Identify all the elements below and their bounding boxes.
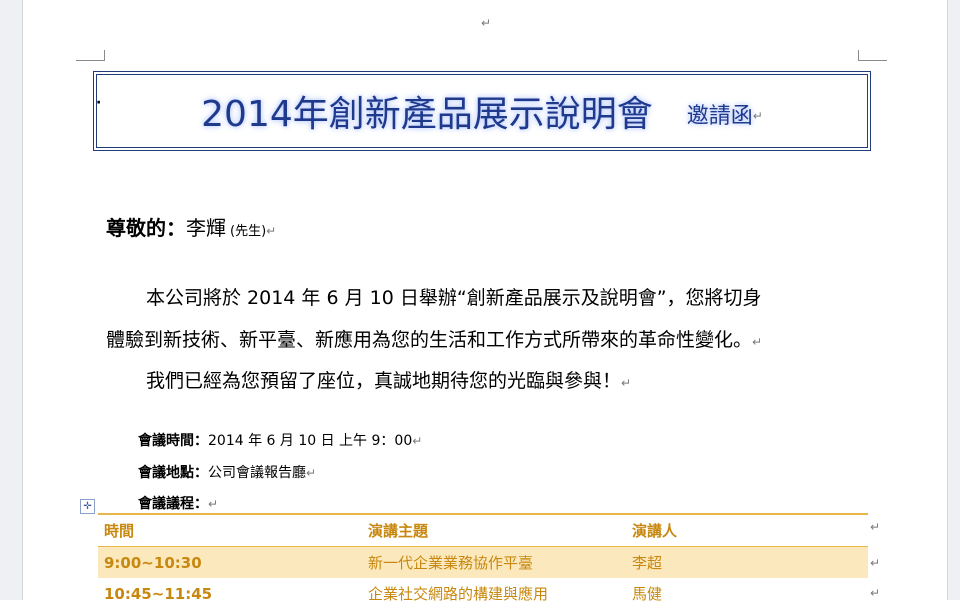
header-cell[interactable]: 時間 [98, 513, 362, 547]
salutation: 尊敬的：李輝 (先生)↵ [106, 212, 276, 241]
row-end-mark: ↵ [870, 520, 881, 534]
header-cell[interactable]: 演講主題 [362, 513, 626, 547]
meeting-agenda-label: 會議議程： [138, 496, 208, 512]
paragraph-mark: ↵ [412, 434, 423, 448]
paragraph-mark: ↵ [306, 466, 317, 480]
table-cell[interactable]: 李超 [626, 546, 868, 578]
document-subtitle: 邀請函 [686, 104, 753, 129]
meeting-time: 會議時間：2014 年 6 月 10 日 上午 9：00↵ [138, 430, 422, 450]
crop-mark-top-left [76, 50, 105, 61]
left-margin-area [0, 0, 23, 600]
meeting-place-value: 公司會議報告廳 [208, 465, 306, 481]
document-title: 2014年創新產品展示說明會 [201, 94, 653, 135]
meeting-place: 會議地點：公司會議報告廳↵ [138, 462, 316, 482]
body-paragraph-2: 體驗到新技術、新平臺、新應用為您的生活和工作方式所帶來的革命性變化。↵ [106, 329, 762, 353]
row-end-mark: ↵ [870, 586, 881, 600]
table-cell[interactable]: 9:00~10:30 [98, 546, 362, 578]
paragraph-mark: ↵ [266, 224, 277, 238]
recipient-honorific: (先生) [230, 224, 267, 239]
table-row: 9:00~10:30 新一代企業業務協作平臺 李超 [98, 546, 868, 578]
crop-mark-top-right [858, 50, 887, 61]
paragraph-mark: ↵ [621, 376, 632, 390]
paragraph-mark: ↵ [752, 335, 763, 349]
table-cell[interactable]: 新一代企業業務協作平臺 [362, 546, 626, 578]
body-paragraph-3: 我們已經為您預留了座位，真誠地期待您的光臨與參與！↵ [146, 370, 631, 394]
header-cell[interactable]: 演講人 [626, 513, 868, 547]
table-row: 10:45~11:45 企業社交網路的構建與應用 馬健 [98, 578, 868, 609]
paragraph-mark: ↵ [752, 109, 763, 123]
table-move-handle-icon[interactable]: ✛ [80, 499, 95, 514]
table-cell[interactable]: 企業社交網路的構建與應用 [362, 578, 626, 609]
body-paragraph-2-text: 體驗到新技術、新平臺、新應用為您的生活和工作方式所帶來的革命性變化。 [106, 329, 753, 351]
table-cell[interactable]: 馬健 [626, 578, 868, 609]
salutation-label: 尊敬的： [106, 216, 186, 240]
meeting-agenda: 會議議程：↵ [138, 493, 218, 513]
meeting-time-value: 2014 年 6 月 10 日 上午 9：00 [208, 433, 413, 449]
vertical-scrollbar[interactable] [947, 0, 960, 600]
table-cell[interactable]: 10:45~11:45 [98, 578, 362, 609]
body-paragraph-1: 本公司將於 2014 年 6 月 10 日舉辦“創新產品展示及說明會”，您將切身 [146, 287, 762, 309]
recipient-name: 李輝 [186, 216, 226, 240]
table-header-row: 時間 演講主題 演講人 [98, 513, 868, 547]
meeting-time-label: 會議時間： [138, 433, 208, 449]
bullet-mark: · [96, 95, 102, 111]
title-box[interactable]: 2014年創新產品展示說明會 邀請函 ↵ [93, 71, 871, 151]
paragraph-mark: ↵ [208, 497, 219, 511]
agenda-table[interactable]: 時間 演講主題 演講人 9:00~10:30 新一代企業業務協作平臺 李超 10… [98, 513, 868, 609]
body-paragraph-3-text: 我們已經為您預留了座位，真誠地期待您的光臨與參與！ [146, 370, 622, 392]
meeting-place-label: 會議地點： [138, 465, 208, 481]
paragraph-mark: ↵ [481, 16, 492, 30]
row-end-mark: ↵ [870, 556, 881, 570]
